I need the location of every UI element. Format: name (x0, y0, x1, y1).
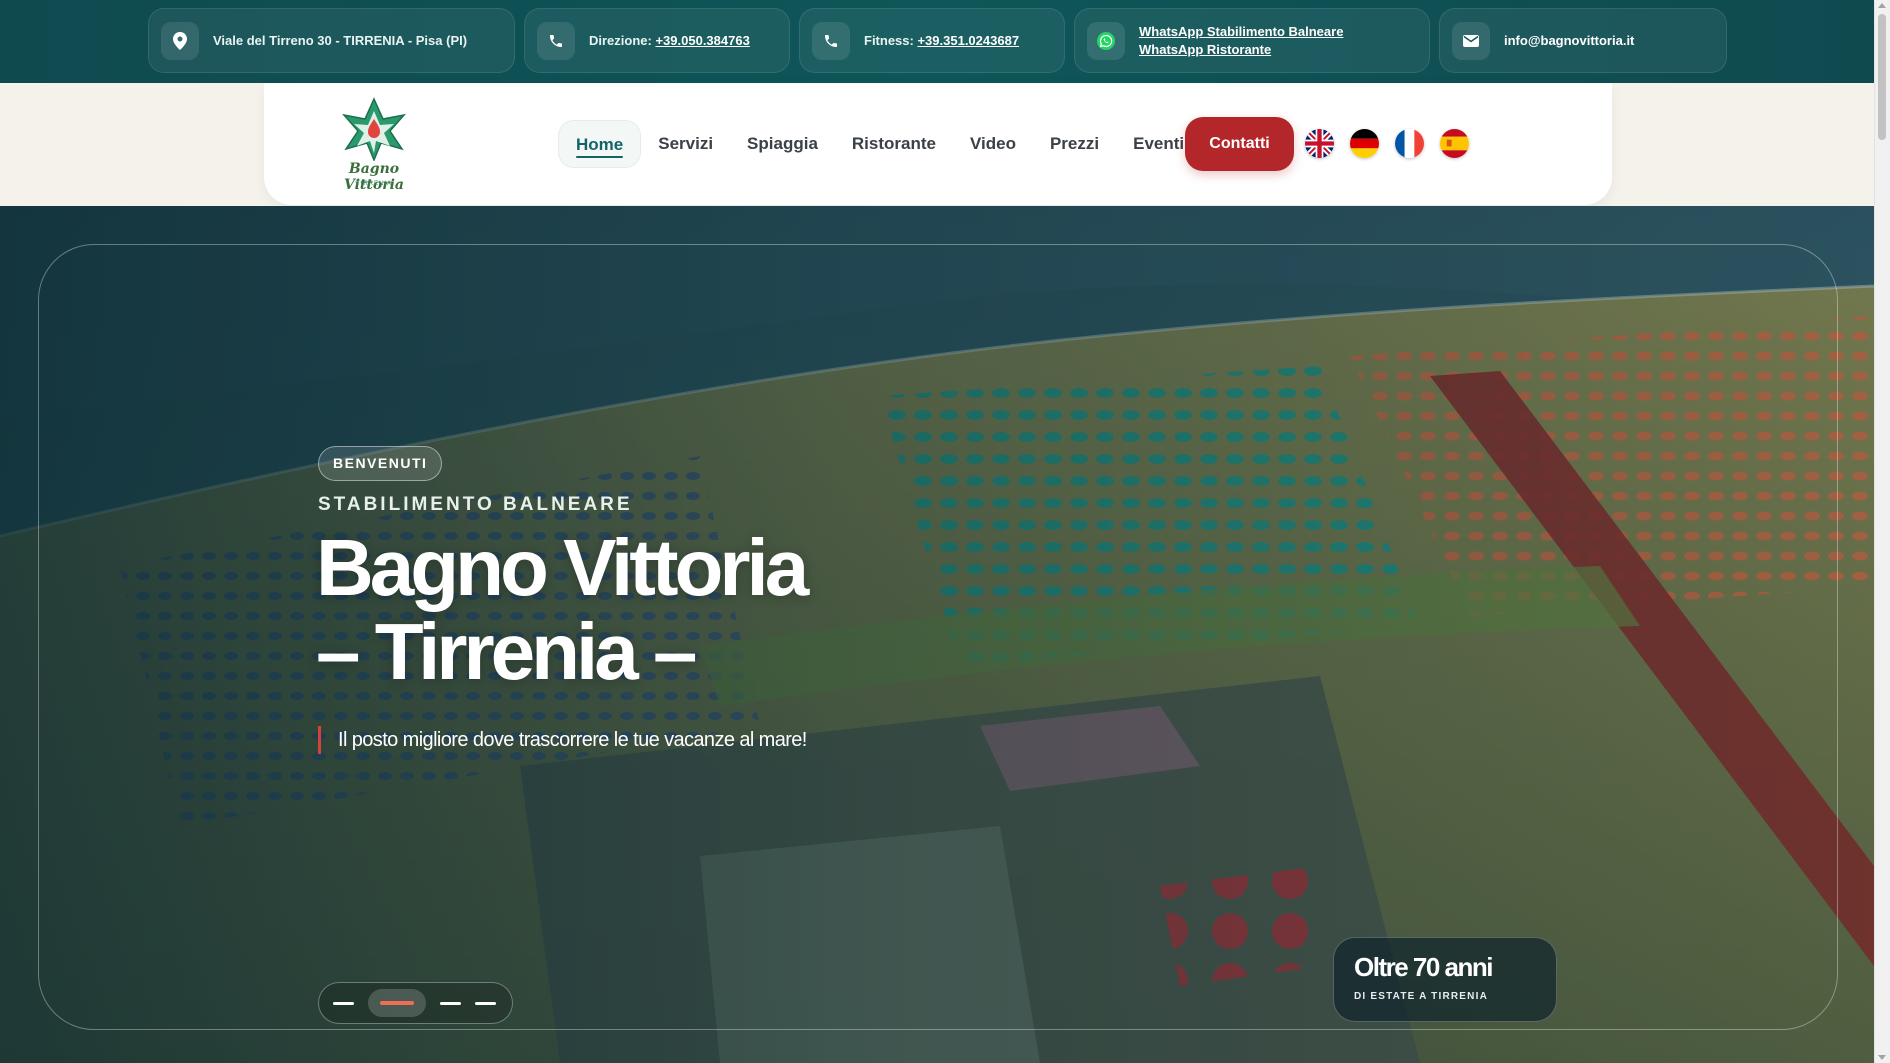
nav-item-spiaggia[interactable]: Spiaggia (730, 120, 835, 168)
whatsapp-stabilimento-link[interactable]: WhatsApp Stabilimento Balneare (1139, 24, 1343, 39)
direzione-label: Direzione: (589, 33, 652, 48)
nav-item-prezzi[interactable]: Prezzi (1033, 120, 1116, 168)
language-switcher (1305, 129, 1469, 158)
logo-subtitle: TIRRENIA (355, 181, 392, 187)
slider-pagination (318, 982, 513, 1024)
whatsapp-icon (1087, 21, 1125, 60)
phone-icon (537, 21, 575, 60)
whatsapp-ristorante-link[interactable]: WhatsApp Ristorante (1139, 42, 1343, 57)
address-text: Viale del Tirreno 30 - TIRRENIA - Pisa (… (213, 33, 468, 48)
direzione-phone-link[interactable]: +39.050.384763 (655, 33, 749, 48)
fitness-phone-link[interactable]: +39.351.0243687 (917, 33, 1019, 48)
email-link[interactable]: info@bagnovittoria.it (1504, 33, 1634, 48)
hero-subtitle: Il posto migliore dove trascorrere le tu… (318, 726, 807, 754)
logo-star-icon (342, 97, 406, 162)
primary-nav: Home Servizi Spiaggia Ristorante Video P… (558, 120, 1201, 168)
english-flag[interactable] (1305, 129, 1334, 158)
scrollbar-thumb[interactable] (1878, 14, 1886, 140)
fitness-pill: Fitness: +39.351.0243687 (799, 8, 1065, 73)
location-pin-icon (161, 21, 199, 60)
top-info-bar: Viale del Tirreno 30 - TIRRENIA - Pisa (… (0, 0, 1874, 83)
whatsapp-pill: WhatsApp Stabilimento Balneare WhatsApp … (1074, 8, 1430, 73)
direzione-pill: Direzione: +39.050.384763 (524, 8, 790, 73)
address-pill: Viale del Tirreno 30 - TIRRENIA - Pisa (… (148, 8, 515, 73)
nav-item-home[interactable]: Home (558, 120, 642, 168)
hero-title: Bagno Vittoria – Tirrenia – (316, 526, 1016, 694)
hero-title-line-1: Bagno Vittoria (316, 523, 809, 612)
hero-section: BENVENUTI STABILIMENTO BALNEARE Bagno Vi… (0, 206, 1874, 1063)
phone-icon (812, 21, 850, 60)
fitness-label: Fitness: (864, 33, 914, 48)
welcome-badge: BENVENUTI (318, 446, 443, 481)
slide-dot-2-active[interactable] (368, 989, 426, 1017)
stat-value: Oltre 70 anni (1354, 952, 1494, 982)
page-scrollbar[interactable] (1874, 0, 1890, 1063)
email-pill: info@bagnovittoria.it (1439, 8, 1727, 73)
hero-title-line-2: – Tirrenia – (316, 607, 697, 696)
german-flag[interactable] (1350, 129, 1379, 158)
nav-item-ristorante[interactable]: Ristorante (835, 120, 953, 168)
mail-icon (1452, 21, 1490, 60)
contatti-button[interactable]: Contatti (1185, 117, 1294, 171)
logo-name: Bagno Vittoria (344, 161, 404, 193)
stat-label: DI ESTATE A TIRRENIA (1354, 991, 1488, 1002)
spanish-flag[interactable] (1440, 129, 1469, 158)
site-logo[interactable]: Bagno Vittoria TIRRENIA (324, 97, 424, 193)
scroll-up-arrow-icon[interactable] (1878, 3, 1886, 8)
slide-dot-4[interactable] (475, 1001, 496, 1005)
main-header: Bagno Vittoria TIRRENIA Home Servizi Spi… (264, 83, 1612, 205)
french-flag[interactable] (1395, 129, 1424, 158)
hero-eyebrow: STABILIMENTO BALNEARE (318, 494, 633, 515)
slide-dot-1[interactable] (333, 1001, 354, 1005)
slide-dot-3[interactable] (440, 1001, 461, 1005)
nav-item-video[interactable]: Video (953, 120, 1033, 168)
nav-item-servizi[interactable]: Servizi (641, 120, 730, 168)
scroll-down-arrow-icon[interactable] (1878, 1055, 1886, 1060)
years-stat-card: Oltre 70 anni DI ESTATE A TIRRENIA (1333, 937, 1557, 1022)
